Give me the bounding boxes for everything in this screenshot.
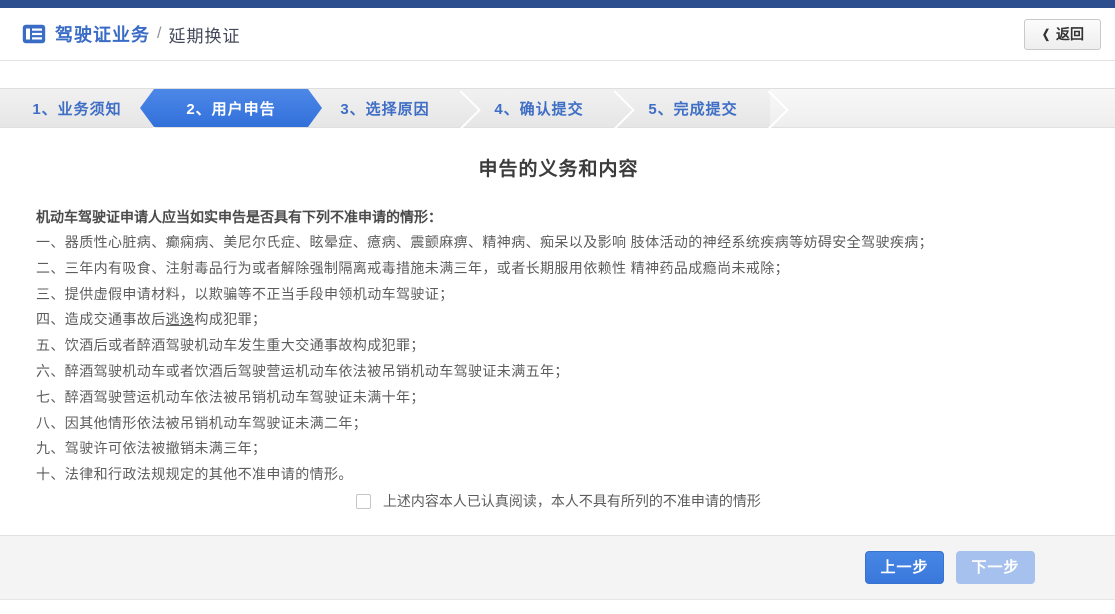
page: 驾驶证业务 / 延期换证 ❮ 返回 1、业务须知 2、用户申告 3、选择原因 4… xyxy=(0,0,1115,614)
step-label: 5、完成提交 xyxy=(648,100,738,118)
declaration-item-4: 四、造成交通事故后逃逸构成犯罪； xyxy=(36,307,1081,333)
agreement-checkbox[interactable] xyxy=(356,493,372,509)
top-accent-bar xyxy=(0,0,1115,8)
chevron-left-icon: ❮ xyxy=(1041,27,1050,41)
form-list-icon xyxy=(22,24,46,44)
title-separator: / xyxy=(157,25,162,42)
back-button[interactable]: ❮ 返回 xyxy=(1023,18,1101,50)
step-label: 3、选择原因 xyxy=(340,100,430,118)
declaration-item-8: 八、因其他情形依法被吊销机动车驾驶证未满二年； xyxy=(36,414,368,431)
step-label: 1、业务须知 xyxy=(32,100,122,118)
next-step-button[interactable]: 下一步 xyxy=(956,551,1035,584)
stepbar-filler xyxy=(770,89,1115,127)
agreement-row: 上述内容本人已认真阅读，本人不具有所列的不准申请的情形 xyxy=(36,491,1081,511)
step-5-finish-submit[interactable]: 5、完成提交 xyxy=(616,89,770,127)
declaration-item-1: 一、器质性心脏病、癫痫病、美尼尔氏症、眩晕症、癔病、震颤麻痹、精神病、痴呆以及影… xyxy=(36,234,934,250)
declaration-heading: 申告的义务和内容 xyxy=(478,159,639,180)
header: 驾驶证业务 / 延期换证 ❮ 返回 xyxy=(0,8,1115,61)
previous-step-button[interactable]: 上一步 xyxy=(865,551,944,584)
back-button-label: 返回 xyxy=(1056,26,1084,42)
declaration-item-6: 六、醉酒驾驶机动车或者饮酒后驾驶营运机动车依法被吊销机动车驾驶证未满五年； xyxy=(36,362,569,379)
step-wizard: 1、业务须知 2、用户申告 3、选择原因 4、确认提交 5、完成提交 xyxy=(0,88,1115,128)
step-label: 4、确认提交 xyxy=(494,100,584,118)
item-4-underlined-term: 逃逸 xyxy=(165,311,195,328)
declaration-item-2: 二、三年内有吸食、注射毒品行为或者解除强制隔离戒毒措施未满三年，或者长期服用依赖… xyxy=(36,259,790,276)
step-2-user-declaration[interactable]: 2、用户申告 xyxy=(154,89,308,127)
step-label: 2、用户申告 xyxy=(186,100,276,118)
step-3-select-reason[interactable]: 3、选择原因 xyxy=(308,89,462,127)
declaration-content: 申告的义务和内容 机动车驾驶证申请人应当如实申告是否具有下列不准申请的情形： 一… xyxy=(0,128,1115,511)
declaration-intro: 机动车驾驶证申请人应当如实申告是否具有下列不准申请的情形： xyxy=(36,209,442,225)
declaration-item-3: 三、提供虚假申请材料，以欺骗等不正当手段申领机动车驾驶证； xyxy=(36,285,454,302)
section-title: 驾驶证业务 xyxy=(55,25,150,45)
declaration-item-10: 十、法律和行政法规规定的其他不准申请的情形。 xyxy=(36,466,353,483)
declaration-item-9: 九、驾驶许可依法被撤销未满三年； xyxy=(36,440,267,457)
item-4-prefix: 四、造成交通事故后 xyxy=(36,311,166,328)
step-1-business-notice[interactable]: 1、业务须知 xyxy=(0,89,154,127)
footer-action-bar: 上一步 下一步 xyxy=(0,535,1115,600)
agreement-label[interactable]: 上述内容本人已认真阅读，本人不具有所列的不准申请的情形 xyxy=(383,493,761,509)
page-title: 延期换证 xyxy=(168,26,241,46)
step-4-confirm-submit[interactable]: 4、确认提交 xyxy=(462,89,616,127)
item-4-suffix: 构成犯罪； xyxy=(194,311,267,328)
declaration-item-7: 七、醉酒驾驶营运机动车依法被吊销机动车驾驶证未满十年； xyxy=(36,388,425,405)
declaration-item-5: 五、饮酒后或者醉酒驾驶机动车发生重大交通事故构成犯罪； xyxy=(36,337,425,354)
